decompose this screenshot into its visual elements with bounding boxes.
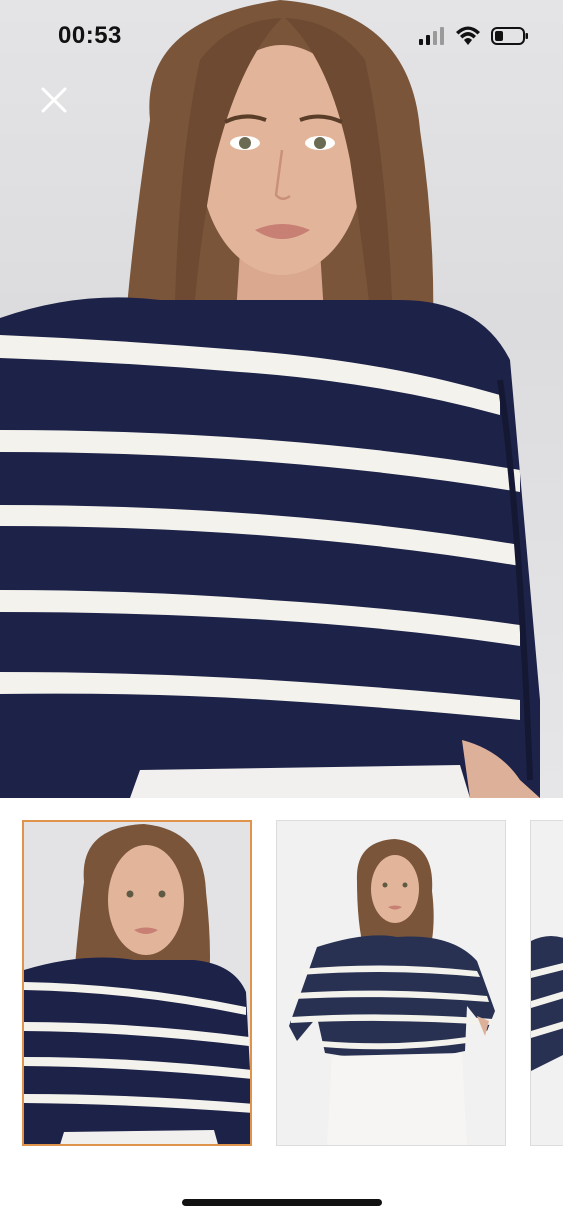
thumbnail-3[interactable] xyxy=(530,820,563,1146)
thumbnail-2-image xyxy=(277,821,505,1145)
thumbnail-1[interactable] xyxy=(22,820,252,1146)
status-time: 00:53 xyxy=(58,22,122,49)
main-product-image[interactable] xyxy=(0,0,563,798)
main-product-illustration xyxy=(0,0,540,798)
close-icon xyxy=(41,87,67,113)
thumbnail-3-image xyxy=(531,821,563,1145)
close-button[interactable] xyxy=(36,82,72,118)
cellular-signal-icon xyxy=(419,27,444,45)
thumbnail-strip[interactable] xyxy=(0,798,563,1178)
thumbnail-1-image xyxy=(24,822,250,1144)
home-indicator[interactable] xyxy=(182,1199,382,1206)
status-bar: 00:53 xyxy=(0,0,563,76)
thumbnail-2[interactable] xyxy=(276,820,506,1146)
wifi-icon xyxy=(456,26,480,45)
status-icons xyxy=(419,26,529,46)
battery-low-icon xyxy=(491,27,528,45)
